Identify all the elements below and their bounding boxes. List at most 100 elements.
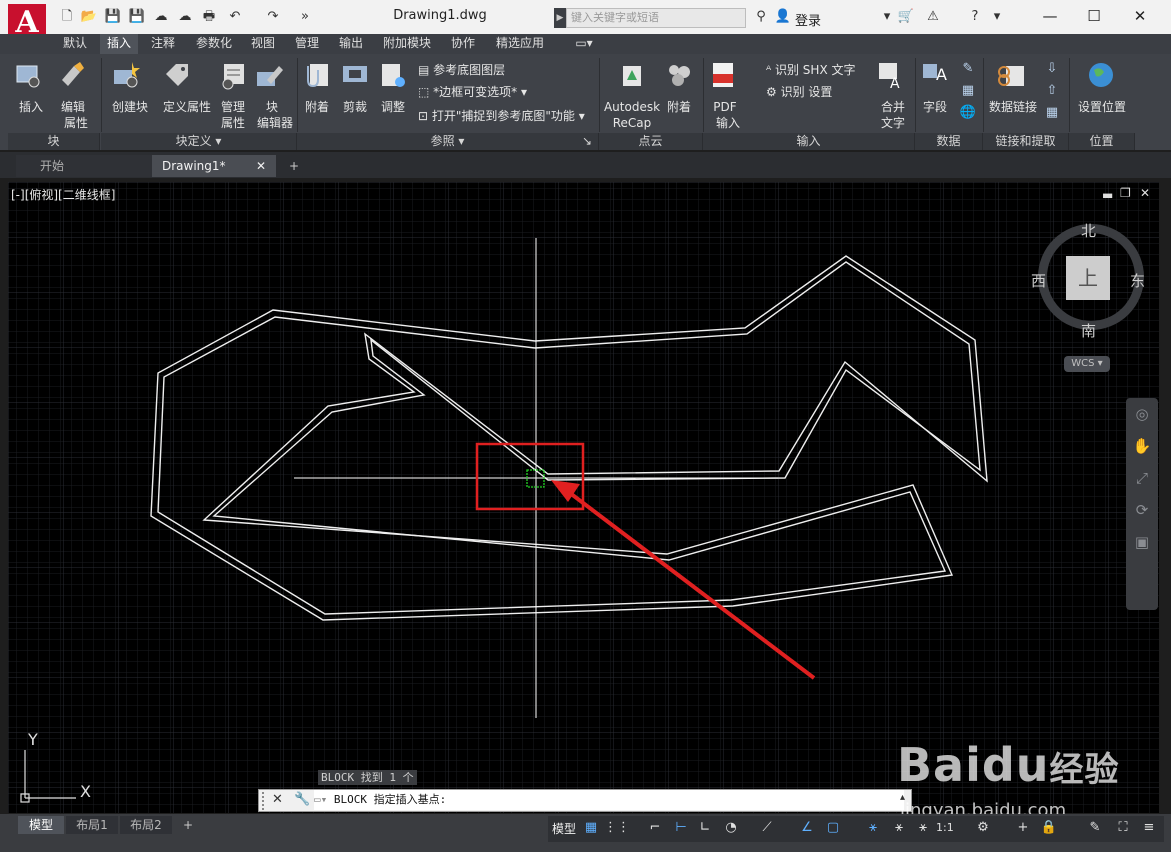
- layout-tab-layout2[interactable]: 布局2: [120, 816, 172, 834]
- add-layout-button[interactable]: +: [178, 816, 198, 834]
- clip-button[interactable]: 剪裁: [340, 60, 370, 115]
- panel-import-title[interactable]: 输入: [703, 133, 915, 150]
- undo-icon[interactable]: ↶: [226, 9, 244, 25]
- data-small-tools[interactable]: ✎ ▦ 🌐: [958, 58, 978, 128]
- annotation-scale-value[interactable]: 1:1: [936, 821, 954, 834]
- isometric-drafting-icon[interactable]: ⟋: [756, 818, 778, 838]
- viewport-close-icon[interactable]: ✕: [1140, 186, 1150, 200]
- frames-variable-dropdown[interactable]: ⬚ *边框可变选项* ▾: [418, 82, 527, 102]
- tab-annotate[interactable]: 注释: [144, 34, 182, 54]
- showmotion-icon[interactable]: ▣: [1126, 526, 1158, 558]
- annotation-monitor-icon[interactable]: +: [1012, 818, 1034, 838]
- snap-mode-icon[interactable]: ⋮⋮: [604, 818, 630, 838]
- viewport-minimize-icon[interactable]: ▬: [1102, 188, 1113, 202]
- units-lock-icon[interactable]: 🔒: [1038, 818, 1060, 838]
- binoculars-icon[interactable]: ⚲: [752, 9, 770, 25]
- auto-scale-icon[interactable]: ⚹: [888, 818, 910, 838]
- pan-icon[interactable]: ✋: [1126, 430, 1158, 462]
- viewport-restore-icon[interactable]: ❐: [1120, 186, 1131, 200]
- tab-manage[interactable]: 管理: [288, 34, 326, 54]
- steering-wheel-icon[interactable]: ◎: [1126, 398, 1158, 430]
- annotation-scale-icon[interactable]: ⚹: [912, 818, 934, 838]
- tab-view[interactable]: 视图: [244, 34, 282, 54]
- object-snap-tracking-icon[interactable]: ∠: [796, 818, 818, 838]
- dynamic-input-icon[interactable]: ⊢: [670, 818, 692, 838]
- panel-point-cloud-title[interactable]: 点云: [599, 133, 703, 150]
- autodesk-services-icon[interactable]: ⚠: [924, 9, 942, 25]
- attach-reference-button[interactable]: 附着: [302, 60, 332, 115]
- ribbon-toggle-icon[interactable]: ▭▾: [568, 34, 600, 54]
- file-tab-start[interactable]: 开始: [16, 155, 154, 177]
- orbit-icon[interactable]: ⟳: [1126, 494, 1158, 526]
- snap-underlay-dropdown[interactable]: ⊡ 打开"捕捉到参考底图"功能 ▾: [418, 106, 585, 126]
- cart-icon[interactable]: 🛒: [897, 9, 915, 25]
- extract-data-icon[interactable]: ▦: [1046, 105, 1058, 120]
- command-customize-icon[interactable]: 🔧: [294, 792, 310, 807]
- layout-tab-layout1[interactable]: 布局1: [66, 816, 118, 834]
- update-fields-icon[interactable]: ✎: [963, 61, 974, 76]
- command-grip-icon[interactable]: [262, 792, 272, 810]
- ortho-mode-icon[interactable]: ∟: [694, 818, 716, 838]
- redo-icon[interactable]: ↷: [264, 9, 282, 25]
- more-tools-icon[interactable]: »: [296, 9, 314, 25]
- wcs-menu[interactable]: WCS ▾: [1064, 356, 1110, 372]
- zoom-extents-icon[interactable]: ⤢: [1126, 462, 1158, 494]
- viewcube-south[interactable]: 南: [1081, 320, 1096, 341]
- tab-addins[interactable]: 附加模块: [376, 34, 438, 54]
- viewcube-top-face[interactable]: 上: [1066, 256, 1110, 300]
- data-link-button[interactable]: 数据链接: [988, 60, 1038, 115]
- panel-block-definition-title[interactable]: 块定义 ▾: [101, 133, 297, 150]
- create-block-button[interactable]: 创建块: [110, 60, 150, 115]
- panel-linking-title[interactable]: 链接和提取: [983, 133, 1069, 150]
- point-cloud-attach-button[interactable]: 附着: [664, 60, 694, 115]
- block-editor-button[interactable]: 块 编辑器: [255, 60, 295, 131]
- tab-insert[interactable]: 插入: [100, 34, 138, 54]
- viewcube-east[interactable]: 东: [1130, 270, 1145, 291]
- drawing-canvas[interactable]: Y X 上 北 南 东 西 WCS ▾ ◎ ✋ ⤢ ⟳ ▣ ▬ ❐ ✕: [8, 182, 1159, 813]
- command-close-icon[interactable]: ✕: [272, 792, 283, 807]
- annotation-visibility-icon[interactable]: ⚹: [862, 818, 884, 838]
- user-icon[interactable]: 👤: [774, 9, 792, 25]
- open-file-icon[interactable]: 📂: [80, 9, 98, 25]
- plot-icon[interactable]: 🖶: [200, 9, 218, 25]
- minimize-button[interactable]: —: [1030, 4, 1070, 28]
- help-icon[interactable]: ?: [966, 9, 984, 25]
- close-tab-icon[interactable]: ✕: [256, 155, 266, 177]
- underlay-layers-button[interactable]: ▤ 参考底图图层: [418, 60, 505, 80]
- panel-launcher-icon[interactable]: ↘: [582, 133, 592, 150]
- save-as-icon[interactable]: 💾: [128, 9, 146, 25]
- adjust-button[interactable]: 调整: [378, 60, 408, 115]
- login-button[interactable]: 登录: [795, 10, 821, 29]
- panel-reference-title[interactable]: 参照 ▾ ↘: [297, 133, 599, 150]
- search-expand-icon[interactable]: ▶: [554, 8, 566, 28]
- panel-block-title[interactable]: 块: [8, 133, 100, 150]
- close-window-button[interactable]: ✕: [1120, 4, 1160, 28]
- edit-attribute-button[interactable]: 编辑 属性: [56, 60, 96, 131]
- polar-tracking-icon[interactable]: ◔: [720, 818, 742, 838]
- isolate-objects-icon[interactable]: ✎: [1084, 818, 1106, 838]
- table-icon[interactable]: ▦: [962, 83, 974, 98]
- new-tab-button[interactable]: +: [284, 155, 304, 177]
- tab-featured-apps[interactable]: 精选应用: [488, 34, 552, 54]
- maximize-button[interactable]: ☐: [1074, 4, 1114, 28]
- insert-block-button[interactable]: 插入: [14, 60, 48, 115]
- grid-toggle-icon[interactable]: ▦: [580, 818, 602, 838]
- save-icon[interactable]: 💾: [104, 9, 122, 25]
- autodesk-recap-button[interactable]: Autodesk ReCap: [603, 60, 661, 131]
- combine-text-button[interactable]: A 合并 文字: [876, 60, 910, 131]
- define-attribute-button[interactable]: 定义属性: [162, 60, 212, 115]
- upload-source-icon[interactable]: ⇧: [1047, 83, 1058, 98]
- save-web-icon[interactable]: ☁: [176, 9, 194, 25]
- panel-data-title[interactable]: 数据: [915, 133, 983, 150]
- manage-attributes-button[interactable]: 管理 属性: [218, 60, 248, 131]
- field-button[interactable]: A 字段: [920, 60, 950, 115]
- search-input[interactable]: 键入关键字或短语: [566, 8, 746, 28]
- file-tab-drawing1[interactable]: Drawing1* ✕: [152, 155, 276, 177]
- set-location-button[interactable]: 设置位置: [1076, 60, 1128, 115]
- recognize-shx-button[interactable]: ᴬ 识别 SHX 文字: [766, 60, 855, 80]
- recognize-settings-button[interactable]: ⚙ 识别 设置: [766, 82, 832, 102]
- model-space-toggle[interactable]: 模型: [552, 820, 576, 837]
- viewcube-west[interactable]: 西: [1031, 270, 1046, 291]
- hyperlink-icon[interactable]: 🌐: [960, 105, 976, 120]
- login-dropdown-icon[interactable]: ▾: [878, 9, 896, 25]
